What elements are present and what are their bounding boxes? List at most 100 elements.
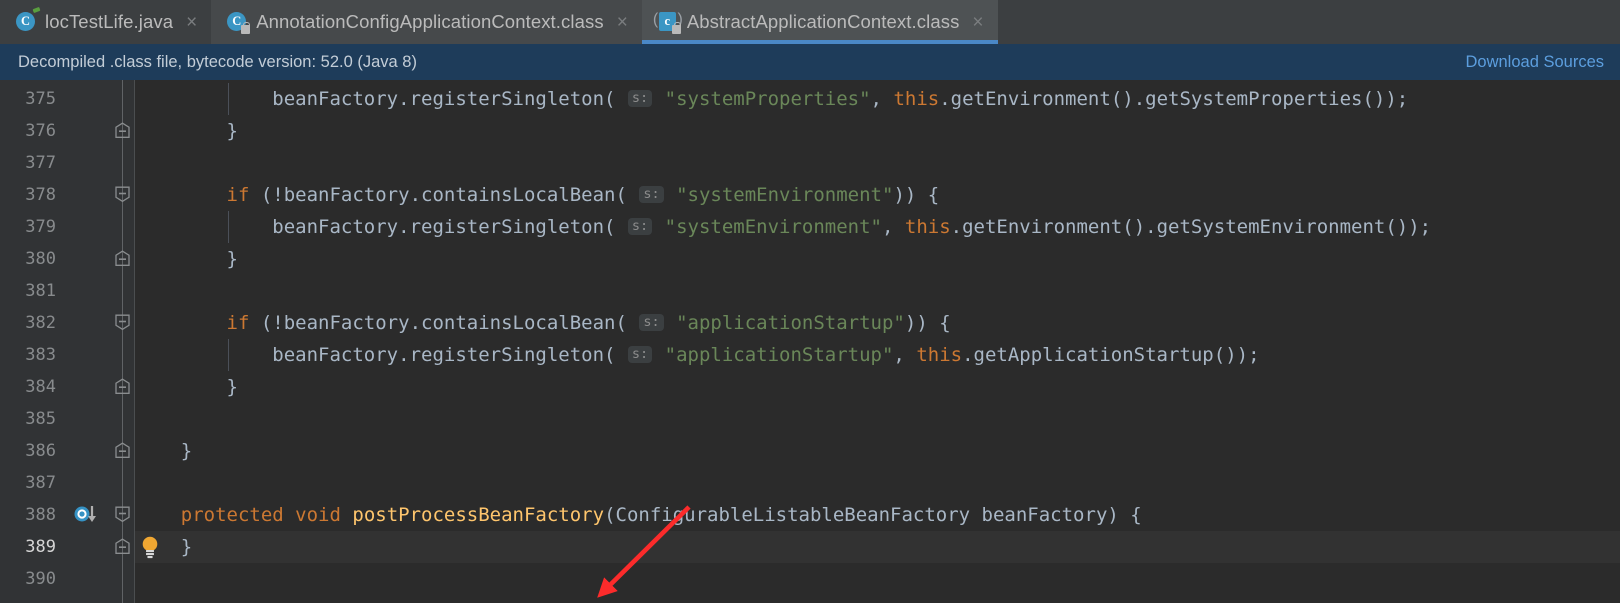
fold-toggle-icon[interactable] xyxy=(114,186,131,203)
indent-guide xyxy=(227,211,229,243)
code-token: beanFactory xyxy=(135,344,399,366)
fold-toggle-icon[interactable] xyxy=(114,122,131,139)
code-token: getApplicationStartup xyxy=(973,344,1214,366)
code-token: getSystemProperties xyxy=(1145,88,1363,110)
code-token: . xyxy=(939,88,951,110)
code-token: containsLocalBean xyxy=(421,312,616,334)
tab-close-icon[interactable]: × xyxy=(972,13,983,32)
tab-close-icon[interactable]: × xyxy=(186,13,197,32)
code-token: . xyxy=(409,184,422,206)
code-token: getEnvironment xyxy=(962,216,1123,238)
code-token: registerSingleton xyxy=(409,344,605,366)
line-number: 379 xyxy=(25,217,56,237)
tab-close-icon[interactable]: × xyxy=(617,13,628,32)
code-token: . xyxy=(962,344,974,366)
code-token: "applicationStartup" xyxy=(676,312,905,334)
download-sources-link[interactable]: Download Sources xyxy=(1466,53,1605,72)
code-token: ( xyxy=(604,88,627,110)
fold-toggle-icon[interactable] xyxy=(114,442,131,459)
code-token: , xyxy=(870,88,894,110)
line-number: 390 xyxy=(25,569,56,589)
code-token: . xyxy=(398,88,410,110)
editor-tab-loctestlife[interactable]: C locTestLife.java × xyxy=(0,0,212,44)
code-token: beanFactory xyxy=(135,88,399,110)
code-line: } xyxy=(135,531,192,563)
code-token: } xyxy=(135,440,193,462)
line-number: 389 xyxy=(25,537,56,557)
fold-toggle-icon[interactable] xyxy=(114,506,131,523)
code-token: "systemEnvironment" xyxy=(664,216,882,238)
parameter-hint: s: xyxy=(627,346,653,363)
line-number: 385 xyxy=(25,409,56,429)
code-token: . xyxy=(409,312,422,334)
code-token: ( xyxy=(615,184,639,206)
editor-tab-annotationconfigapplicationcontext[interactable]: C AnnotationConfigApplicationContext.cla… xyxy=(211,0,642,44)
code-token: (!beanFactory xyxy=(249,184,410,206)
code-line: beanFactory.registerSingleton( s: "syste… xyxy=(135,83,1408,115)
code-line: } xyxy=(135,243,238,275)
code-line: } xyxy=(135,371,238,403)
code-token: (ConfigurableListableBeanFactory beanFac… xyxy=(604,504,1142,526)
code-text-area[interactable]: beanFactory.registerSingleton( s: "syste… xyxy=(135,80,1620,603)
code-token: "systemProperties" xyxy=(664,88,871,110)
parameter-hint: s: xyxy=(639,186,664,203)
decompiled-notification-bar: Decompiled .class file, bytecode version… xyxy=(0,44,1620,80)
editor-tab-bar: C locTestLife.java × C AnnotationConfigA… xyxy=(0,0,1620,44)
editor-tab-abstractapplicationcontext[interactable]: ( c ) AbstractApplicationContext.class × xyxy=(641,0,998,44)
code-token: "systemEnvironment" xyxy=(676,184,894,206)
code-editor[interactable]: 375 376 377 378 379 380 381 382 383 384 385 386 387 3… xyxy=(0,80,1620,603)
code-fold-rail xyxy=(122,80,123,603)
code-token: "applicationStartup" xyxy=(664,344,894,366)
code-token: this xyxy=(904,216,951,238)
editor-tab-label: AnnotationConfigApplicationContext.class xyxy=(256,11,604,32)
line-number: 377 xyxy=(25,153,56,173)
fold-toggle-icon[interactable] xyxy=(114,378,131,395)
code-token: getSystemEnvironment xyxy=(1156,216,1386,238)
line-number: 382 xyxy=(25,313,56,333)
code-token: )) { xyxy=(893,184,940,206)
fold-toggle-icon[interactable] xyxy=(114,538,131,555)
compiled-class-icon: C xyxy=(227,12,251,34)
line-number: 375 xyxy=(25,89,56,109)
parameter-hint: s: xyxy=(639,314,664,331)
code-token: this xyxy=(916,344,963,366)
code-token: containsLocalBean xyxy=(421,184,616,206)
indent-guide xyxy=(227,339,229,371)
code-line: } xyxy=(135,115,238,147)
code-token: (). xyxy=(1122,216,1157,238)
compiled-class-icon: ( c ) xyxy=(653,11,683,34)
notification-message: Decompiled .class file, bytecode version… xyxy=(18,52,417,71)
code-token: ()); xyxy=(1362,88,1409,110)
fold-toggle-icon[interactable] xyxy=(114,250,131,267)
code-token: postProcessBeanFactory xyxy=(352,504,605,526)
implements-method-icon[interactable] xyxy=(74,504,100,526)
code-token: ()); xyxy=(1385,216,1432,238)
code-token: . xyxy=(398,344,410,366)
code-token: if xyxy=(226,312,250,334)
line-number: 381 xyxy=(25,281,56,301)
code-token: } xyxy=(135,120,238,142)
code-token: void xyxy=(295,504,341,526)
code-token: )) { xyxy=(904,312,951,334)
code-token: (!beanFactory xyxy=(249,312,410,334)
code-token: ( xyxy=(604,344,627,366)
line-number: 388 xyxy=(25,505,56,525)
fold-toggle-icon[interactable] xyxy=(114,314,131,331)
code-line: } xyxy=(135,435,192,467)
code-token: } xyxy=(135,536,193,558)
code-line: if (!beanFactory.containsLocalBean( s: "… xyxy=(135,179,940,211)
code-token: getEnvironment xyxy=(950,88,1111,110)
line-number: 384 xyxy=(25,377,56,397)
intellij-editor-window: C locTestLife.java × C AnnotationConfigA… xyxy=(0,0,1620,603)
code-line: protected void postProcessBeanFactory(Co… xyxy=(135,499,1142,531)
code-line: if (!beanFactory.containsLocalBean( s: "… xyxy=(135,307,951,339)
